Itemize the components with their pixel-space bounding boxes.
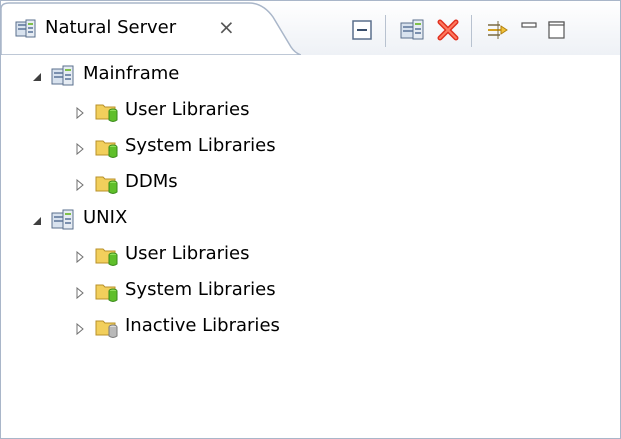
close-icon[interactable]: ⨯ — [218, 15, 235, 39]
new-server-icon[interactable] — [399, 17, 425, 43]
tree-node-label: System Libraries — [125, 279, 276, 300]
tree-node-label: User Libraries — [125, 243, 250, 264]
view-toolbar — [341, 13, 621, 47]
toolbar-separator — [471, 15, 472, 47]
collapsed-twisty-icon[interactable] — [73, 176, 87, 192]
collapsed-twisty-icon[interactable] — [73, 140, 87, 156]
library-folder-icon — [95, 101, 119, 123]
toolbar-separator — [385, 15, 386, 47]
maximize-icon[interactable] — [545, 17, 571, 43]
remove-icon[interactable] — [435, 17, 461, 43]
tree-node-label: DDMs — [125, 171, 178, 192]
library-folder-icon — [95, 137, 119, 159]
collapsed-twisty-icon[interactable] — [73, 284, 87, 300]
tree-node-label: UNIX — [83, 207, 128, 228]
server-icon — [51, 209, 75, 231]
tree-node-label: Mainframe — [83, 63, 180, 84]
collapsed-twisty-icon[interactable] — [73, 320, 87, 336]
collapsed-twisty-icon[interactable] — [73, 248, 87, 264]
tree-node-library-group[interactable]: System Libraries — [1, 275, 620, 311]
tree-node-label: Inactive Libraries — [125, 315, 280, 336]
collapse-all-icon[interactable] — [349, 17, 375, 43]
tree-node-library-group[interactable]: System Libraries — [1, 131, 620, 167]
view-title: Natural Server — [45, 17, 177, 38]
expanded-twisty-icon[interactable] — [31, 68, 45, 82]
expanded-twisty-icon[interactable] — [31, 212, 45, 226]
view-tab[interactable]: Natural Server ⨯ — [1, 1, 301, 55]
collapsed-twisty-icon[interactable] — [73, 104, 87, 120]
tree-node-server[interactable]: Mainframe — [1, 59, 620, 95]
tree-node-label: System Libraries — [125, 135, 276, 156]
natural-server-view: Natural Server ⨯ Mainframe User Librarie… — [0, 0, 621, 439]
server-icon — [15, 19, 37, 39]
tree-node-library-group[interactable]: User Libraries — [1, 239, 620, 275]
tree-node-label: User Libraries — [125, 99, 250, 120]
tree-node-server[interactable]: UNIX — [1, 203, 620, 239]
minimize-icon[interactable] — [517, 17, 543, 43]
tree-node-library-group[interactable]: DDMs — [1, 167, 620, 203]
server-icon — [51, 65, 75, 87]
library-folder-icon — [95, 173, 119, 195]
tree-node-library-group[interactable]: User Libraries — [1, 95, 620, 131]
library-folder-icon — [95, 245, 119, 267]
library-folder-icon — [95, 281, 119, 303]
view-tab-bar: Natural Server ⨯ — [1, 1, 620, 55]
server-tree: Mainframe User Libraries System Librarie… — [1, 55, 620, 438]
link-with-editor-icon[interactable] — [485, 17, 511, 43]
inactive-library-folder-icon — [95, 317, 119, 339]
tree-node-library-group[interactable]: Inactive Libraries — [1, 311, 620, 347]
